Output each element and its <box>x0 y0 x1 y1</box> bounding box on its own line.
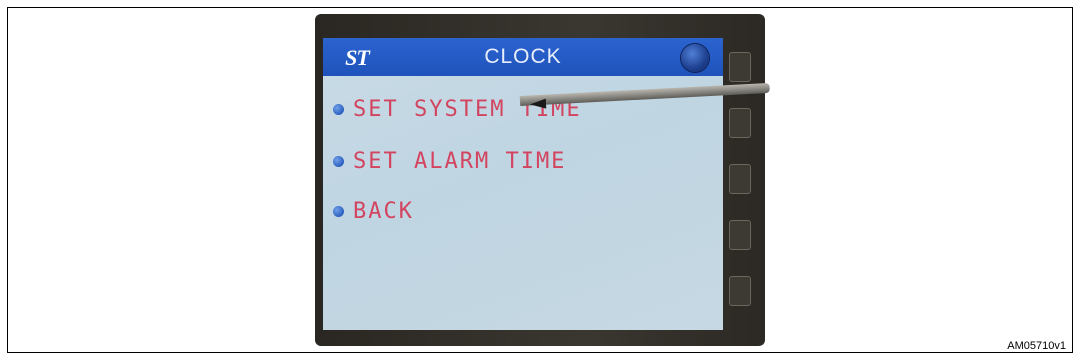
menu-item-back[interactable]: BACK <box>333 194 414 228</box>
side-key-1-icon[interactable] <box>729 52 751 82</box>
title-bar: ST CLOCK <box>323 38 723 76</box>
side-key-5-icon[interactable] <box>729 276 751 306</box>
menu-item-label: BACK <box>353 198 414 224</box>
lcd-screen: ST CLOCK SET SYSTEM TIME SET ALARM TIME … <box>323 38 723 330</box>
power-button-icon[interactable] <box>681 44 709 72</box>
side-key-2-icon[interactable] <box>729 108 751 138</box>
menu-item-label: SET ALARM TIME <box>353 148 567 174</box>
side-key-3-icon[interactable] <box>729 164 751 194</box>
bullet-icon <box>333 103 344 115</box>
bullet-icon <box>333 205 344 217</box>
screen-title: CLOCK <box>484 45 562 68</box>
bullet-icon <box>333 155 344 167</box>
side-key-4-icon[interactable] <box>729 220 751 250</box>
figure-id: AM05710v1 <box>1007 340 1066 352</box>
side-key-panel <box>723 38 757 330</box>
menu-item-set-alarm-time[interactable]: SET ALARM TIME <box>333 144 566 178</box>
stylus-tip <box>529 98 547 110</box>
